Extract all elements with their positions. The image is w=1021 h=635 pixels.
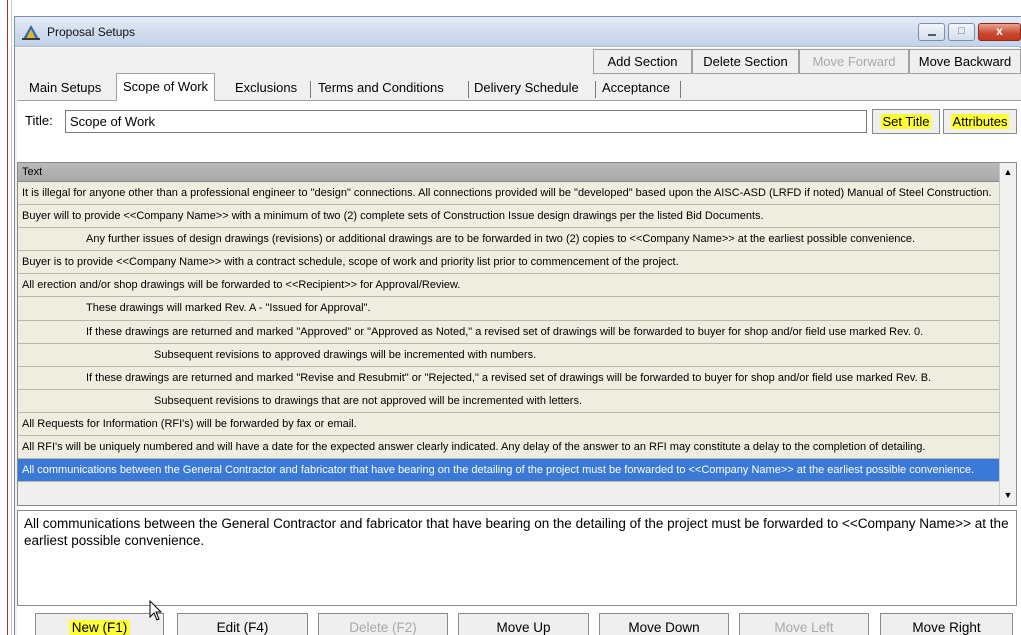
tab-scope-of-work[interactable]: Scope of Work (116, 73, 216, 101)
window-title: Proposal Setups (47, 25, 136, 39)
grid-row[interactable]: Any further issues of design drawings (r… (18, 228, 1000, 252)
grid-row[interactable]: Buyer will to provide <<Company Name>> w… (18, 205, 1000, 229)
maximize-button[interactable]: □ (948, 23, 975, 41)
move-down-button[interactable]: Move Down (599, 613, 729, 635)
grid-row[interactable]: All erection and/or shop drawings will b… (18, 274, 1000, 298)
scope-text-grid[interactable]: Text It is illegal for anyone other than… (17, 162, 1017, 506)
attributes-label: Attributes (950, 114, 1010, 129)
title-bar[interactable]: Proposal Setups □ x (15, 17, 1021, 47)
move-up-button[interactable]: Move Up (458, 613, 589, 635)
scrollbar-track[interactable] (1001, 181, 1015, 486)
close-button[interactable]: x (978, 23, 1021, 41)
tab-terms-and-conditions[interactable]: Terms and Conditions (318, 76, 444, 100)
move-right-button[interactable]: Move Right (880, 613, 1013, 635)
grid-row[interactable]: All Requests for Information (RFI's) wil… (18, 412, 1000, 437)
edit-button[interactable]: Edit (F4) (177, 613, 308, 635)
proposal-app-icon (22, 25, 40, 40)
grid-row[interactable]: If these drawings are returned and marke… (18, 366, 1000, 390)
grid-header-text[interactable]: Text (18, 163, 1000, 182)
new-button[interactable]: New (F1) (35, 613, 164, 635)
proposal-setups-window: Proposal Setups □ x Add Section Delete S… (14, 16, 1021, 635)
grid-row[interactable]: If these drawings are returned and marke… (18, 320, 1000, 344)
grid-row[interactable]: Buyer is to provide <<Company Name>> wit… (18, 251, 1000, 275)
close-icon: x (996, 24, 1003, 38)
set-title-button[interactable]: Set Title (872, 109, 940, 134)
delete-section-button[interactable]: Delete Section (692, 49, 799, 74)
tab-main-setups[interactable]: Main Setups (29, 76, 101, 100)
background-edge (0, 0, 12, 635)
maximize-icon: □ (958, 25, 965, 37)
title-label: Title: (25, 113, 53, 128)
tab-exclusions[interactable]: Exclusions (235, 76, 297, 100)
tab-acceptance[interactable]: Acceptance (602, 76, 670, 100)
tab-separator (595, 81, 596, 98)
delete-button[interactable]: Delete (F2) (318, 613, 448, 635)
grid-row[interactable]: It is illegal for anyone other than a pr… (18, 182, 1000, 206)
selected-text-preview[interactable]: All communications between the General C… (17, 510, 1017, 606)
move-backward-button[interactable]: Move Backward (909, 49, 1021, 74)
tab-separator (310, 81, 311, 98)
grid-row[interactable]: All communications between the General C… (18, 459, 1000, 483)
grid-row[interactable]: Subsequent revisions to drawings that ar… (18, 389, 1000, 413)
tab-separator (680, 81, 681, 98)
attributes-button[interactable]: Attributes (943, 109, 1017, 134)
scroll-down-arrow-icon[interactable]: ▼ (1000, 487, 1016, 504)
minimize-button[interactable] (918, 23, 945, 41)
title-input[interactable] (65, 110, 867, 133)
grid-row[interactable]: These drawings will marked Rev. A - "Iss… (18, 297, 1000, 321)
grid-row[interactable]: Subsequent revisions to approved drawing… (18, 343, 1000, 367)
move-forward-button[interactable]: Move Forward (799, 49, 909, 74)
background-redline (7, 0, 8, 635)
tab-separator (468, 81, 469, 98)
grid-row[interactable]: All RFI's will be uniquely numbered and … (18, 436, 1000, 460)
set-title-label: Set Title (880, 114, 932, 129)
new-button-label: New (F1) (68, 620, 131, 635)
scroll-up-arrow-icon[interactable]: ▲ (1000, 164, 1016, 181)
move-left-button[interactable]: Move Left (739, 613, 869, 635)
mouse-cursor-icon (149, 600, 163, 621)
add-section-button[interactable]: Add Section (593, 49, 692, 74)
client-area: Add Section Delete Section Move Forward … (15, 48, 1021, 635)
grid-vertical-scrollbar[interactable]: ▲ ▼ (999, 163, 1016, 505)
minimize-icon (928, 34, 936, 36)
tab-delivery-schedule[interactable]: Delivery Schedule (474, 76, 579, 100)
grid-rows: It is illegal for anyone other than a pr… (18, 182, 1000, 483)
page: Proposal Setups □ x Add Section Delete S… (0, 0, 1021, 635)
